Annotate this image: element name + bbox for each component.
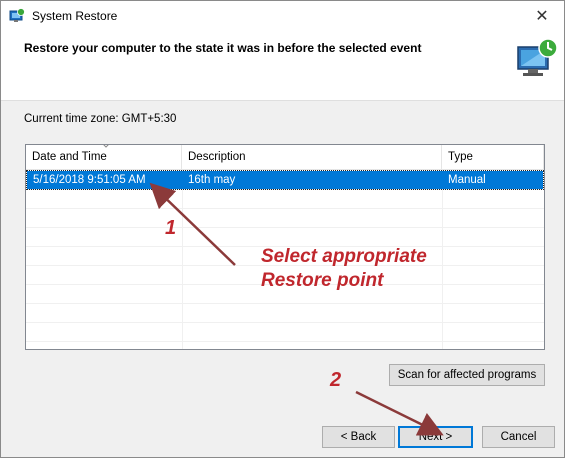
system-restore-window: System Restore ✕ Restore your computer t… [0,0,565,458]
column-divider [182,170,183,349]
column-divider [442,170,443,349]
cell-type: Manual [448,174,486,186]
column-header-type[interactable]: Type [442,145,544,170]
cell-date: 5/16/2018 9:51:05 AM [33,174,146,186]
row-line [26,189,544,190]
row-line [26,341,544,342]
header-panel: Restore your computer to the state it wa… [1,31,564,101]
title-bar: System Restore ✕ [1,1,564,31]
close-button[interactable]: ✕ [520,1,564,31]
back-button[interactable]: < Back [322,426,395,448]
annotation-instruction-line2: Restore point [261,270,384,291]
header-instruction: Restore your computer to the state it wa… [24,41,422,55]
list-header: Date and Time Description Type [26,145,544,170]
cell-description: 16th may [188,174,236,186]
row-line [26,208,544,209]
column-header-description[interactable]: Description [182,145,442,170]
row-line [26,227,544,228]
close-icon: ✕ [535,8,549,25]
annotation-step-2: 2 [330,369,342,391]
system-restore-icon [517,38,558,76]
row-line [26,303,544,304]
annotation-step-1: 1 [165,217,177,239]
row-line [26,322,544,323]
column-header-date[interactable]: Date and Time [26,145,182,170]
next-button[interactable]: Next > [398,426,473,448]
table-row[interactable]: 5/16/2018 9:51:05 AM 16th may Manual [26,170,544,190]
scan-affected-programs-button[interactable]: Scan for affected programs [389,364,545,386]
timezone-label: Current time zone: GMT+5:30 [24,113,177,125]
window-title: System Restore [32,9,118,23]
sort-chevron-down-icon [103,145,109,148]
annotation-instruction-line1: Select appropriate [261,246,427,267]
system-restore-icon [9,8,25,22]
cancel-button[interactable]: Cancel [482,426,555,448]
